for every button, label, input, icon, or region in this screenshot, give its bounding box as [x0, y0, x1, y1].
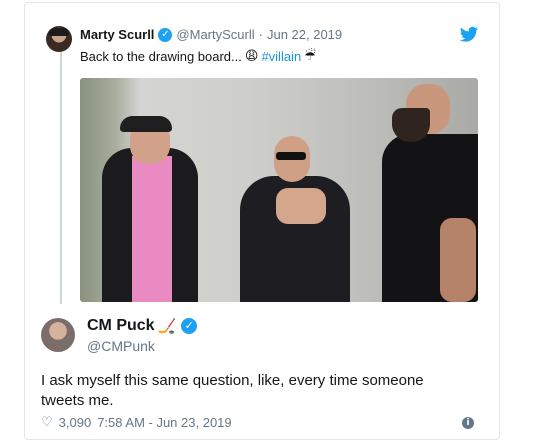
main-author-name[interactable]: CM Puck [87, 317, 155, 335]
umbrella-emoji: ☔ [304, 49, 316, 64]
heart-icon[interactable]: ♡ [41, 415, 53, 430]
quoted-author-handle[interactable]: @MartyScurll [176, 27, 254, 42]
main-author-name-row: CM Puck 🏒 ✓ [87, 317, 198, 335]
quoted-date[interactable]: Jun 22, 2019 [267, 27, 342, 42]
tweet-footer: ♡ 3,090 7:58 AM - Jun 23, 2019 [41, 415, 232, 430]
separator: · [258, 27, 263, 42]
thread-line [60, 48, 62, 304]
verified-icon: ✓ [181, 318, 198, 334]
weary-face-emoji: 😩 [244, 49, 259, 64]
hockey-emoji: 🏒 [157, 317, 177, 335]
tweet-timestamp[interactable]: 7:58 AM - Jun 23, 2019 [97, 415, 231, 430]
quoted-tweet-header: Marty Scurll ✓ @MartyScurll · Jun 22, 20… [80, 27, 342, 42]
like-count[interactable]: 3,090 [59, 415, 92, 430]
quoted-author-name[interactable]: Marty Scurll [80, 27, 154, 42]
quoted-avatar[interactable] [46, 26, 72, 52]
info-icon[interactable]: i [462, 417, 474, 429]
main-author-handle[interactable]: @CMPunk [87, 338, 155, 354]
tweet-media-image[interactable] [80, 78, 478, 302]
twitter-bird-icon[interactable] [459, 26, 479, 44]
quoted-text-body: Back to the drawing board... [80, 49, 242, 64]
main-avatar[interactable] [41, 318, 75, 352]
main-tweet-text: I ask myself this same question, like, e… [41, 372, 424, 409]
hashtag-link[interactable]: #villain [261, 49, 301, 64]
verified-icon: ✓ [158, 27, 173, 42]
quoted-tweet-text: Back to the drawing board... 😩 #villain … [80, 49, 316, 64]
